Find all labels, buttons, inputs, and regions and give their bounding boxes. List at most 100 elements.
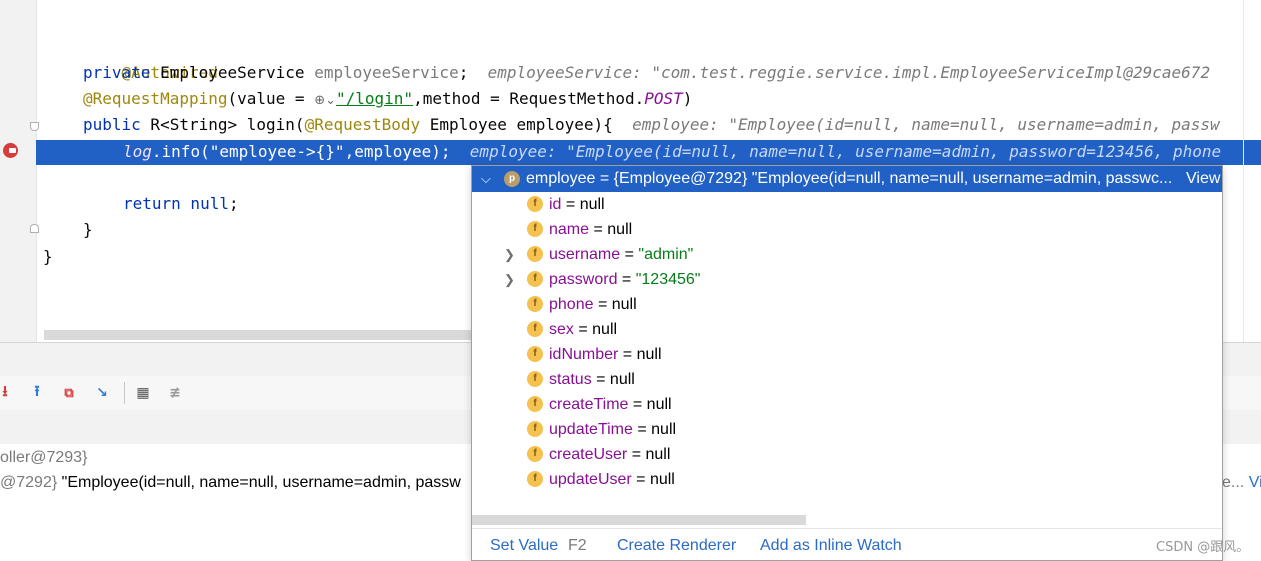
field-row-name[interactable]: f name = null [472,217,1222,242]
code-line: log.info("employee->{}",employee); emplo… [123,139,1221,165]
variable-row[interactable]: @7292} "Employee(id=null, name=null, use… [0,474,461,492]
field-icon: f [527,296,543,312]
field-row-status[interactable]: f status = null [472,367,1222,392]
field-value: null [645,446,671,463]
popup-footer: Set Value F2 Create Renderer Add as Inli… [472,528,1222,560]
code-line: } [83,217,93,243]
field-row-username[interactable]: ❯ f username = "admin" [472,242,1222,267]
field-row-password[interactable]: ❯ f password = "123456" [472,267,1222,292]
field-name: status [549,371,592,388]
field-name: password [549,271,618,288]
string-literal[interactable]: "/login" [336,89,413,108]
breakpoint-icon[interactable] [3,143,18,158]
inline-debug-hint[interactable]: employeeService: "com.test.reggie.servic… [488,63,1210,82]
expand-arrow-icon[interactable]: ❯ [504,267,515,292]
watermark: CSDN @跟风。 [1156,540,1250,555]
field-row-id[interactable]: f id = null [472,192,1222,217]
field-icon: f [527,271,543,287]
field-row-createUser[interactable]: f createUser = null [472,442,1222,467]
globe-icon[interactable]: ⊕⌄ [314,93,336,108]
type-name: EmployeeService [150,63,315,82]
variable-row-tail: e... Vie [1222,474,1261,492]
field-row-idNumber[interactable]: f idNumber = null [472,342,1222,367]
field-value: null [636,346,662,363]
step-out-icon[interactable]: ⭱ [28,382,46,402]
trace-icon[interactable]: ≢ [166,384,184,402]
field-icon: f [527,346,543,362]
punct: ; [458,63,469,82]
keyword: public [83,115,141,134]
field-icon: f [527,421,543,437]
annotation-requestbody: @RequestBody [304,115,421,134]
create-renderer-link[interactable]: Create Renderer [617,537,736,555]
field-value: null [651,421,677,438]
horizontal-scrollbar[interactable] [44,330,472,340]
field-row-sex[interactable]: f sex = null [472,317,1222,342]
code-line: } [43,244,53,270]
brace: } [43,247,53,266]
field-row-updateTime[interactable]: f updateTime = null [472,417,1222,442]
code-text: ,method = RequestMethod. [413,89,645,108]
variable-object-id: @7292} [0,474,58,491]
field-value: null [646,396,672,413]
field-name: phone [549,296,594,313]
field-row-phone[interactable]: f phone = null [472,292,1222,317]
debug-value-popup: ⌵ p employee = {Employee@7292} "Employee… [471,165,1223,561]
field-value: "123456" [635,271,701,288]
code-text: Employee employee){ [420,115,613,134]
add-inline-watch-link[interactable]: Add as Inline Watch [760,537,902,555]
set-value-link[interactable]: Set Value [490,537,558,555]
property-icon: p [504,171,520,187]
code-text: ,employee); [344,142,451,161]
chevron-down-icon[interactable]: ⌵ [481,166,491,192]
field-name: username [549,246,621,263]
inline-debug-hint[interactable]: employee: "Employee(id=null, name=null, … [470,142,1221,161]
field-name: updateUser [549,471,632,488]
annotation-requestmapping: @RequestMapping [83,89,228,108]
field-name: id [549,196,562,213]
right-margin-guide [1243,0,1244,342]
run-to-cursor-icon[interactable]: ↘ [93,384,111,402]
field-row-createTime[interactable]: f createTime = null [472,392,1222,417]
ellipsis: e... [1222,474,1249,491]
variable-row[interactable]: oller@7293} [0,449,87,467]
punct: ; [228,194,239,213]
field-name: createUser [549,446,628,463]
current-execution-line: log.info("employee->{}",employee); emplo… [36,140,1261,165]
view-link[interactable]: View [1186,166,1220,192]
view-link[interactable]: Vie [1249,474,1261,491]
field-value: null [592,321,618,338]
code-line: private EmployeeService employeeService;… [83,60,1210,86]
drop-frame-icon[interactable]: ⧉ [60,384,78,402]
evaluate-icon[interactable]: ▦ [134,384,152,402]
popup-horizontal-scrollbar[interactable] [472,515,806,525]
expand-arrow-icon[interactable]: ❯ [504,242,515,267]
popup-header-row[interactable]: ⌵ p employee = {Employee@7292} "Employee… [472,166,1222,192]
code-text: (value = [227,89,315,108]
field-icon: f [527,221,543,237]
field-icon: f [527,396,543,412]
field-value: "admin" [638,246,694,263]
variable-value: oller@7293} [0,449,88,466]
toolbar-separator [124,382,125,404]
field-name: updateTime [549,421,633,438]
field-name: createTime [549,396,629,413]
keyword: private [83,63,151,82]
code-text: R<String> login( [140,115,305,134]
inline-debug-hint[interactable]: employee: "Employee(id=null, name=null, … [632,115,1220,134]
field-icon: f [527,196,543,212]
code-line: public R<String> login(@RequestBody Empl… [83,112,1220,138]
field-icon: f [527,246,543,262]
enum-constant: POST [644,89,683,108]
code-line: @Autowired [83,34,218,82]
brace: } [83,220,93,239]
field-icon: f [527,321,543,337]
field-row-updateUser[interactable]: f updateUser = null [472,467,1222,492]
field-name: idNumber [549,346,619,363]
code-line: @RequestMapping(value = ⊕⌄"/login",metho… [83,86,692,112]
string-literal: "employee->{}" [209,142,345,161]
field-value: null [609,371,635,388]
step-into-icon[interactable]: ⭳ [0,382,14,402]
editor-gutter [0,0,39,342]
field-icon: f [527,446,543,462]
